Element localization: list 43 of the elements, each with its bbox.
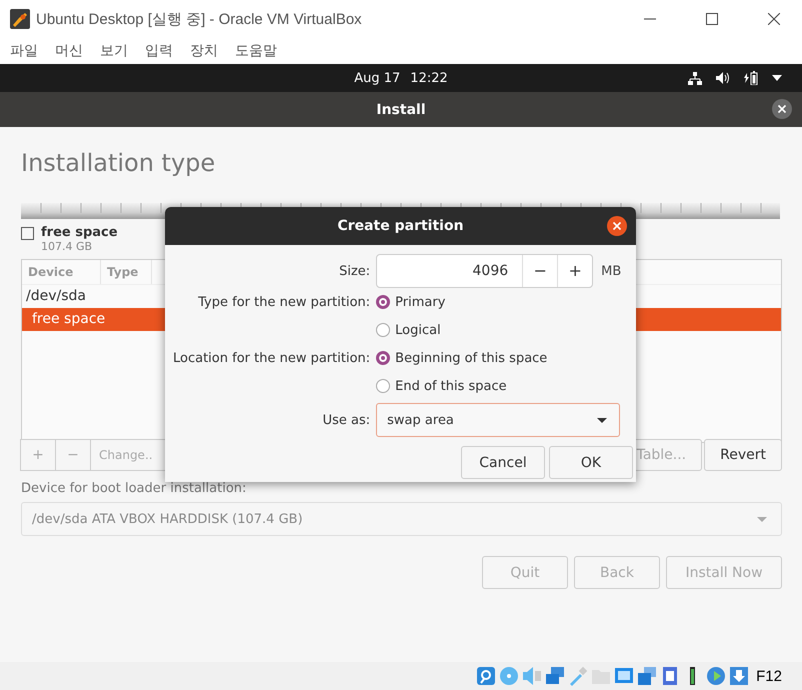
boot-loader-label: Device for boot loader installation:: [21, 481, 248, 496]
dialog-button[interactable]: Cancel: [461, 446, 545, 479]
page-title: Installation type: [21, 149, 216, 177]
dialog-title: Create partition: [337, 218, 464, 234]
radio-button[interactable]: Primary: [376, 288, 628, 316]
close-icon[interactable]: [607, 216, 627, 236]
menu-item[interactable]: 입력: [145, 42, 173, 60]
caret-icon: [757, 516, 767, 522]
window-title: Ubuntu Desktop [실행 중] - Oracle VM VirtualBox: [36, 10, 363, 28]
caret-icon[interactable]: [772, 75, 782, 81]
table-button[interactable]: Revert: [704, 439, 782, 471]
clock-time[interactable]: 12:22: [410, 70, 448, 86]
menu-item[interactable]: 장치: [190, 42, 218, 60]
legend-size: 107.4 GB: [41, 240, 94, 253]
increment-button[interactable]: +: [557, 255, 592, 287]
option-label: Location for the new partition:: [173, 350, 370, 366]
use-as-label: Use as:: [322, 412, 370, 428]
volume-icon[interactable]: [716, 72, 730, 84]
use-as-dropdown[interactable]: swap area: [376, 403, 620, 437]
radio-button[interactable]: End of this space: [376, 372, 628, 400]
menu-item[interactable]: 머신: [55, 42, 83, 60]
menu-item[interactable]: 도움말: [235, 42, 277, 60]
app-icon: [10, 9, 30, 29]
option-label: Type for the new partition:: [197, 294, 370, 310]
clock-date[interactable]: Aug 17: [354, 70, 400, 86]
size-label: Size:: [338, 264, 370, 278]
radio-button[interactable]: Logical: [376, 316, 628, 344]
legend-label: free space: [41, 225, 118, 240]
size-spinbox[interactable]: 4096 − +: [376, 254, 594, 288]
radio-button[interactable]: Beginning of this space: [376, 344, 628, 372]
caret-icon: [597, 418, 608, 422]
dialog-button[interactable]: OK: [549, 446, 633, 479]
dialog-title: Install: [376, 102, 426, 118]
unit-label: MB: [601, 264, 622, 278]
close-icon[interactable]: [772, 99, 792, 119]
menu-item[interactable]: 파일: [10, 42, 38, 60]
host-key-label: F12: [756, 668, 782, 684]
maximize-icon[interactable]: [706, 13, 718, 25]
battery-icon[interactable]: [744, 71, 758, 85]
display-icon[interactable]: [614, 666, 634, 686]
menu-item[interactable]: 보기: [100, 42, 128, 60]
decrement-button[interactable]: −: [522, 255, 558, 287]
close-icon[interactable]: [768, 13, 780, 25]
